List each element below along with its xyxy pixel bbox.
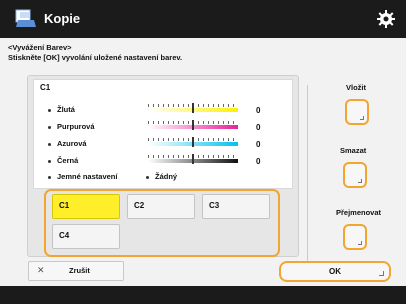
screen-title: <Vyvážení Barev> [8,43,72,52]
delete-label: Smazat [340,146,367,155]
cancel-label: Zrušit [69,266,90,275]
magenta-value: 0 [256,123,261,132]
insert-label: Vložit [346,83,366,92]
cancel-button[interactable]: ✕ Zrušit [28,261,124,281]
black-scale [148,154,238,164]
black-value: 0 [256,157,261,166]
rename-button[interactable] [343,224,367,250]
row-label-yellow: Žlutá [48,105,75,114]
ok-label: OK [329,267,341,276]
bottom-bar [0,286,406,304]
corner-indicator-icon [379,271,384,276]
cyan-value: 0 [256,140,261,149]
memory-label: C1 [40,83,51,92]
yellow-value: 0 [256,106,261,115]
cyan-scale [148,137,238,147]
fine-adjust-value: Žádný [146,172,177,181]
memory-button-c1[interactable]: C1 [52,194,120,219]
fine-adjust-label: Jemné nastavení [48,172,117,181]
close-icon: ✕ [37,265,45,275]
ok-button[interactable]: OK [279,261,391,282]
yellow-scale [148,103,238,113]
instruction-text: Stiskněte [OK] vyvolání uložené nastaven… [8,53,183,62]
memory-button-c4[interactable]: C4 [52,224,120,249]
app-title: Kopie [44,11,81,26]
rename-label: Přejmenovat [336,208,382,217]
delete-button[interactable] [343,162,367,188]
divider [307,85,308,261]
row-label-cyan: Azurová [48,139,87,148]
magenta-scale [148,120,238,130]
copy-app-icon [15,9,36,27]
memory-button-c3[interactable]: C3 [202,194,270,219]
gear-icon[interactable] [376,9,396,29]
top-bar: Kopie [0,0,406,38]
row-label-magenta: Purpurová [48,122,95,131]
insert-button[interactable] [345,99,369,125]
row-label-black: Černá [48,156,78,165]
memory-button-c2[interactable]: C2 [127,194,195,219]
